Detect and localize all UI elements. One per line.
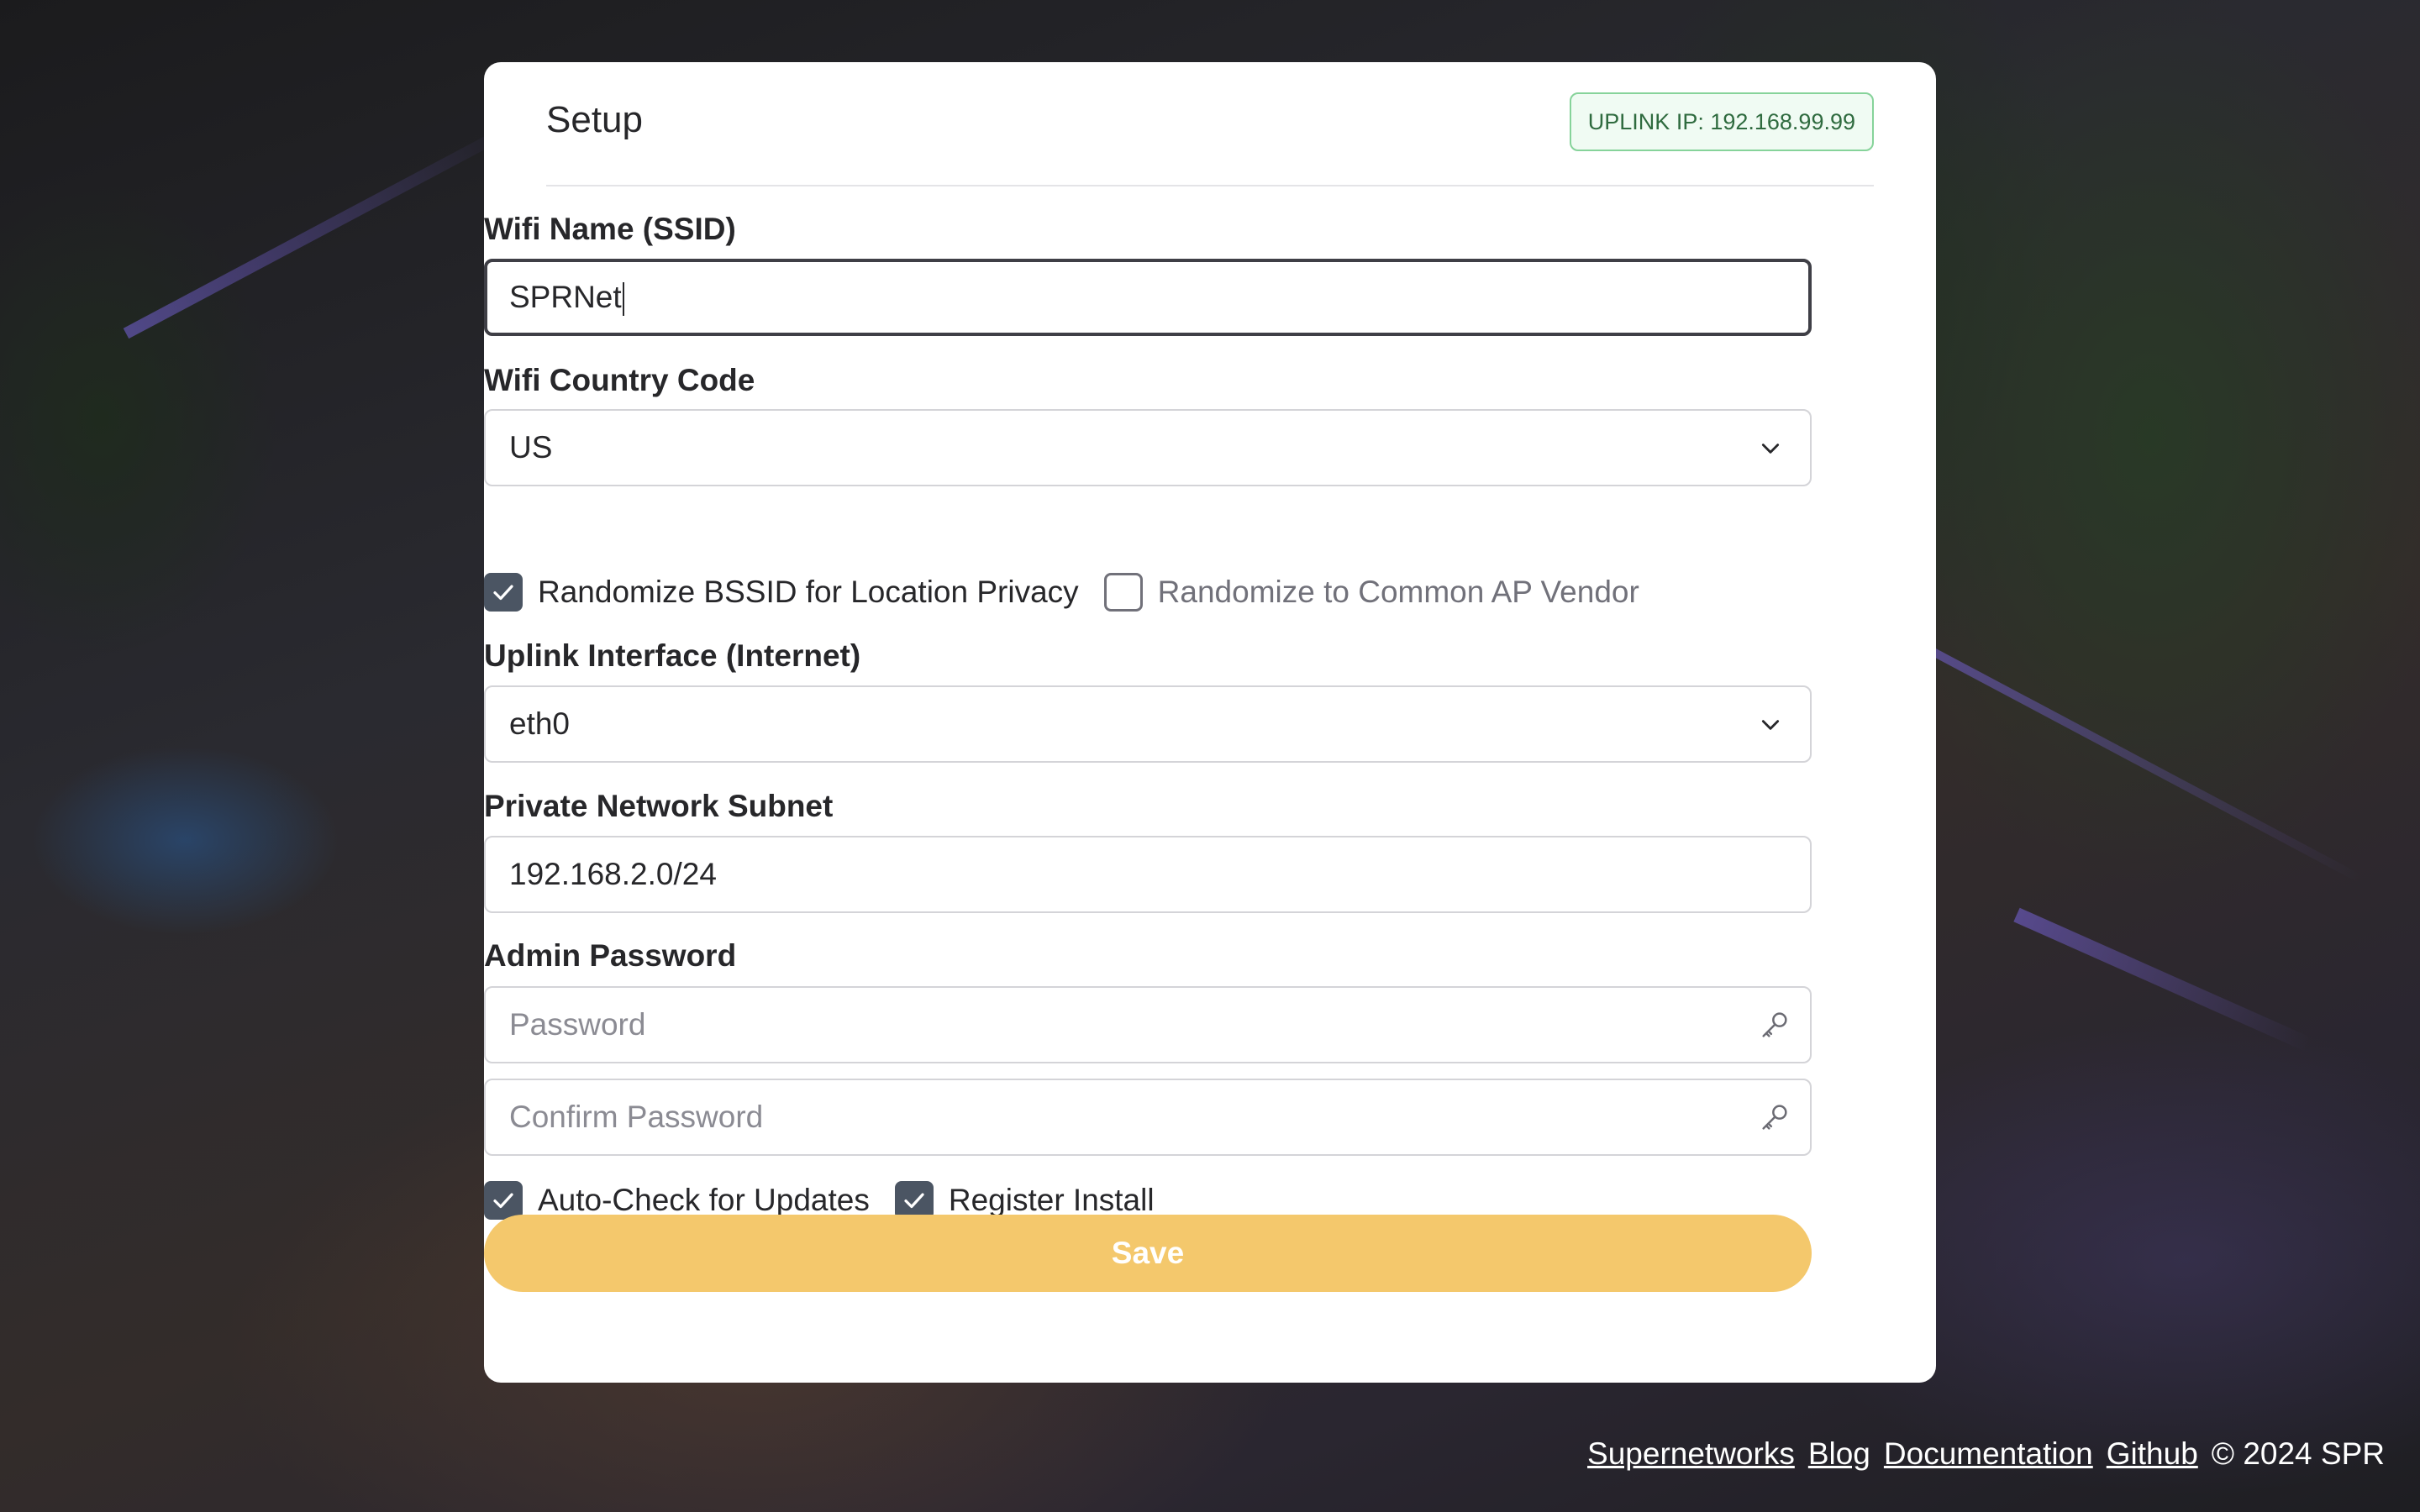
page-title: Setup — [546, 99, 643, 140]
auto-update-label[interactable]: Auto-Check for Updates — [538, 1183, 870, 1218]
confirm-password-placeholder: Confirm Password — [509, 1100, 764, 1134]
subnet-value: 192.168.2.0/24 — [509, 857, 717, 891]
copyright-text: © 2024 SPR — [2211, 1436, 2385, 1471]
randomize-vendor-checkbox[interactable] — [1103, 573, 1143, 612]
key-icon[interactable] — [1758, 1008, 1791, 1042]
save-button[interactable]: Save — [484, 1215, 1812, 1292]
randomize-vendor-label[interactable]: Randomize to Common AP Vendor — [1158, 575, 1639, 610]
randomize-bssid-checkbox[interactable] — [484, 573, 523, 612]
password-input[interactable]: Password — [484, 986, 1812, 1063]
confirm-password-input[interactable]: Confirm Password — [484, 1079, 1812, 1156]
check-icon — [493, 585, 513, 601]
check-icon — [904, 1193, 924, 1209]
footer-link-documentation[interactable]: Documentation — [1884, 1436, 2093, 1471]
uplink-interface-label: Uplink Interface (Internet) — [484, 638, 861, 673]
password-placeholder: Password — [509, 1007, 646, 1042]
country-code-label: Wifi Country Code — [484, 363, 755, 397]
footer-link-supernetworks[interactable]: Supernetworks — [1587, 1436, 1795, 1471]
background-light-strip — [1913, 638, 2364, 884]
background-light-strip — [123, 123, 515, 339]
check-icon — [493, 1193, 513, 1209]
ssid-input[interactable]: SPRNet — [484, 259, 1812, 336]
randomize-options-row: Randomize BSSID for Location Privacy Ran… — [484, 571, 1665, 613]
register-install-label[interactable]: Register Install — [949, 1183, 1155, 1218]
uplink-interface-value: eth0 — [509, 706, 571, 741]
card-header: Setup UPLINK IP: 192.168.99.99 — [546, 62, 1874, 186]
key-icon[interactable] — [1758, 1100, 1791, 1134]
footer-link-github[interactable]: Github — [2107, 1436, 2198, 1471]
chevron-down-icon — [1761, 444, 1780, 454]
chevron-down-icon — [1761, 720, 1780, 730]
footer: Supernetworks Blog Documentation Github © 20… — [1587, 1436, 2385, 1472]
country-code-value: US — [509, 430, 553, 465]
text-caret — [622, 282, 624, 317]
uplink-ip-badge: UPLINK IP: 192.168.99.99 — [1569, 92, 1874, 151]
randomize-bssid-label[interactable]: Randomize BSSID for Location Privacy — [538, 575, 1079, 610]
country-code-select[interactable]: US — [484, 409, 1812, 486]
admin-password-label: Admin Password — [484, 938, 737, 973]
auto-update-checkbox[interactable] — [484, 1181, 523, 1220]
subnet-input[interactable]: 192.168.2.0/24 — [484, 836, 1812, 913]
setup-card: Setup UPLINK IP: 192.168.99.99 Wifi Name… — [484, 62, 1936, 1383]
ssid-label: Wifi Name (SSID) — [484, 212, 736, 246]
footer-link-blog[interactable]: Blog — [1808, 1436, 1870, 1471]
ssid-value: SPRNet — [509, 280, 622, 314]
background-light-strip — [2013, 907, 2312, 1052]
uplink-interface-select[interactable]: eth0 — [484, 685, 1812, 763]
subnet-label: Private Network Subnet — [484, 789, 834, 823]
